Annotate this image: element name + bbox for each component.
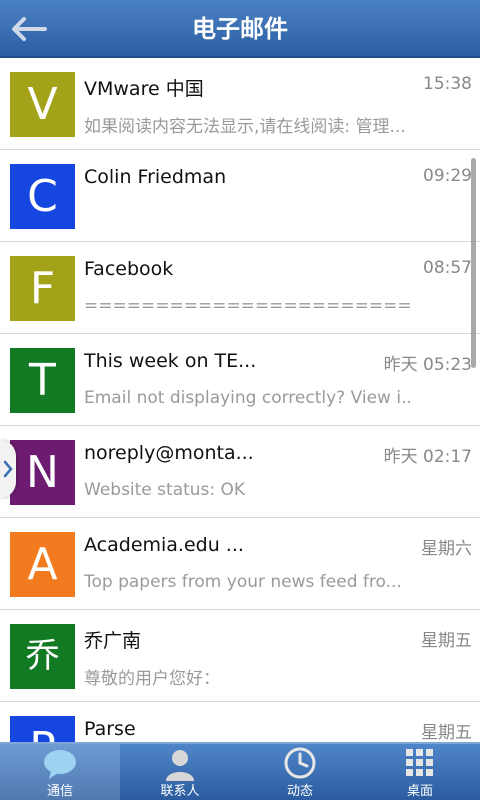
email-time: 星期五 xyxy=(421,723,472,742)
email-time: 09:29 xyxy=(423,166,472,186)
tab-label: 联系人 xyxy=(160,784,200,799)
email-row[interactable]: C Colin Friedman 09:29 xyxy=(0,150,480,242)
bottom-nav: 通信 联系人 动态 桌面 xyxy=(0,742,480,800)
sender-name: noreply@monta... xyxy=(84,442,254,464)
drawer-handle[interactable] xyxy=(0,440,16,498)
avatar: V xyxy=(10,72,75,137)
sender-name: VMware 中国 xyxy=(84,78,204,100)
chevron-right-icon xyxy=(3,460,13,478)
tab-messages[interactable]: 通信 xyxy=(0,744,120,800)
tab-desktop[interactable]: 桌面 xyxy=(360,744,480,800)
page-title: 电子邮件 xyxy=(192,15,288,43)
email-time: 昨天 02:17 xyxy=(383,447,472,467)
email-time: 15:38 xyxy=(423,74,472,94)
tab-label: 动态 xyxy=(286,784,313,799)
email-row[interactable]: P Parse 星期五 xyxy=(0,702,480,742)
clock-icon xyxy=(284,747,316,779)
tab-label: 通信 xyxy=(46,784,73,799)
sender-name: Parse xyxy=(84,718,136,740)
avatar: A xyxy=(10,532,75,597)
sender-name: Facebook xyxy=(84,258,174,280)
sender-name: 乔广南 xyxy=(84,630,142,652)
email-preview: 尊敬的用户您好： xyxy=(84,669,220,689)
person-icon xyxy=(166,750,194,781)
email-list[interactable]: V VMware 中国 15:38 如果阅读内容无法显示,请在线阅读: 管理..… xyxy=(0,58,480,742)
tab-label: 桌面 xyxy=(406,784,433,799)
email-preview: Website status: OK xyxy=(84,480,246,500)
scrollbar[interactable] xyxy=(471,158,476,368)
email-preview: Top papers from your news feed fro... xyxy=(84,572,402,592)
chat-bubble-icon xyxy=(44,750,76,779)
avatar: P xyxy=(10,716,75,742)
email-row[interactable]: V VMware 中国 15:38 如果阅读内容无法显示,请在线阅读: 管理..… xyxy=(0,58,480,150)
email-preview: ===============================... xyxy=(84,296,412,316)
sender-name: This week on TE... xyxy=(84,350,257,372)
email-row[interactable]: A Academia.edu ... 星期六 Top papers from y… xyxy=(0,518,480,610)
email-time: 星期五 xyxy=(421,631,472,651)
email-row[interactable]: F Facebook 08:57 =======================… xyxy=(0,242,480,334)
email-preview: Email not displaying correctly? View i..… xyxy=(84,388,412,408)
avatar: C xyxy=(10,164,75,229)
email-time: 08:57 xyxy=(423,258,472,278)
avatar: 乔 xyxy=(10,624,75,689)
avatar: N xyxy=(10,440,75,505)
tab-contacts[interactable]: 联系人 xyxy=(120,744,240,800)
app-header: 电子邮件 xyxy=(0,0,480,58)
sender-name: Academia.edu ... xyxy=(84,534,244,556)
email-row[interactable]: T This week on TE... 昨天 05:23 Email not … xyxy=(0,334,480,426)
email-row[interactable]: 乔 乔广南 星期五 尊敬的用户您好： xyxy=(0,610,480,702)
email-row[interactable]: N noreply@monta... 昨天 02:17 Website stat… xyxy=(0,426,480,518)
tab-activity[interactable]: 动态 xyxy=(240,744,360,800)
avatar: T xyxy=(10,348,75,413)
avatar: F xyxy=(10,256,75,321)
email-time: 昨天 05:23 xyxy=(383,355,472,375)
email-time: 星期六 xyxy=(421,539,472,559)
sender-name: Colin Friedman xyxy=(84,166,227,188)
email-preview: 如果阅读内容无法显示,请在线阅读: 管理... xyxy=(84,117,406,137)
grid-icon xyxy=(406,749,433,776)
